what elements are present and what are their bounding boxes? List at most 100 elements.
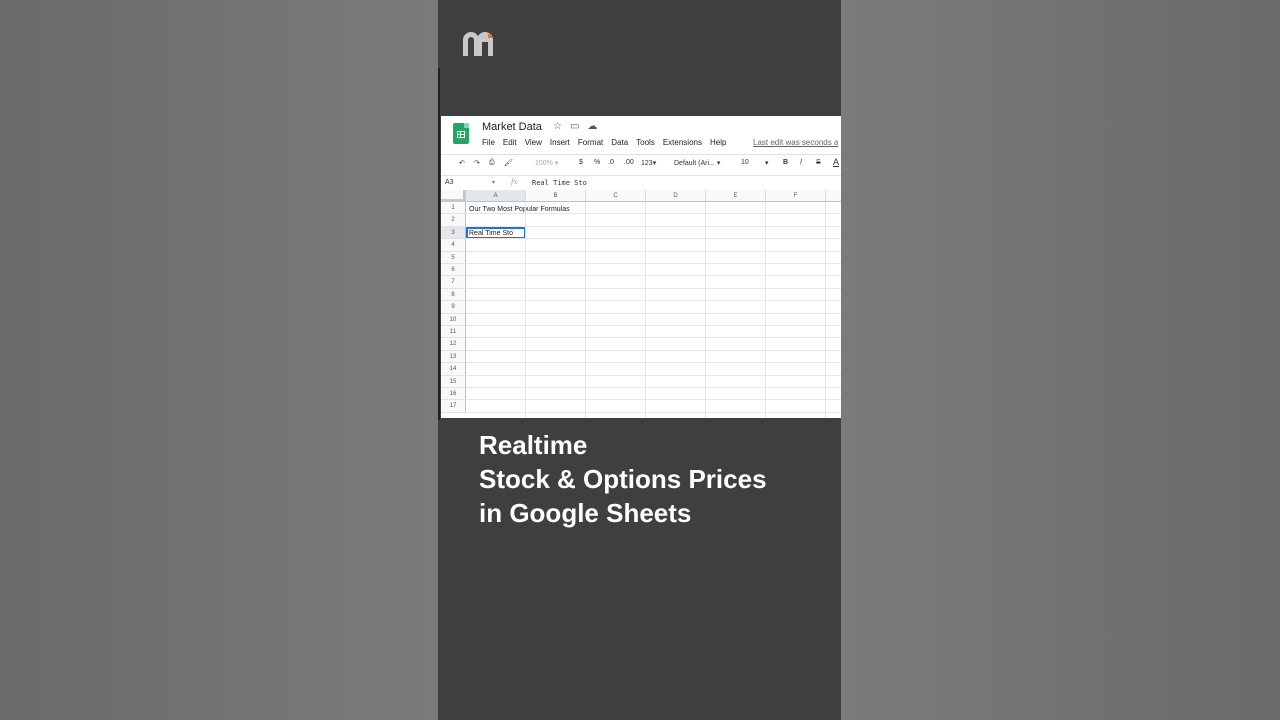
menu-help[interactable]: Help xyxy=(710,138,726,147)
row-header-8[interactable]: 8 xyxy=(441,288,466,302)
caption-line-3: in Google Sheets xyxy=(479,498,692,528)
chevron-down-icon[interactable]: ▾ xyxy=(765,159,769,167)
font-size-select[interactable]: 10 xyxy=(741,159,749,166)
grid-column-line xyxy=(645,202,646,418)
grid-row-line xyxy=(466,275,841,277)
video-caption: Realtime Stock & Options Prices in Googl… xyxy=(479,428,767,530)
select-all-corner[interactable] xyxy=(441,190,466,202)
spreadsheet-grid[interactable]: A B C D E F 1 2 3 4 5 6 7 8 9 10 11 12 13 14 15 16 17 Ou… xyxy=(441,190,841,418)
row-header-5[interactable]: 5 xyxy=(441,251,466,264)
column-header-e[interactable]: E xyxy=(706,190,766,202)
column-header-d[interactable]: D xyxy=(646,190,706,202)
text-color-button[interactable]: A xyxy=(833,157,839,167)
video-background-left xyxy=(0,0,438,720)
column-header-g[interactable] xyxy=(826,190,841,202)
google-sheets-window: Market Data ☆ ▭ ☁ File Edit View Insert … xyxy=(441,116,841,418)
grid-row-line xyxy=(466,238,841,240)
font-select[interactable]: Default (Ari... ▾ xyxy=(674,159,720,167)
document-title[interactable]: Market Data xyxy=(482,121,542,133)
column-header-b[interactable]: B xyxy=(526,190,586,202)
name-box[interactable]: A3 xyxy=(445,179,454,186)
row-header-16[interactable]: 16 xyxy=(441,388,466,401)
grid-row-line xyxy=(466,213,841,215)
grid-column-line xyxy=(525,202,526,418)
menu-insert[interactable]: Insert xyxy=(550,138,570,147)
formula-input[interactable]: Real Time Sto xyxy=(532,179,587,187)
grid-row-line xyxy=(466,349,841,351)
increase-decimal-button[interactable]: .00 xyxy=(624,159,634,166)
menu-data[interactable]: Data xyxy=(611,138,628,147)
italic-button[interactable]: I xyxy=(800,159,802,166)
menu-file[interactable]: File xyxy=(482,138,495,147)
grid-row-line xyxy=(466,325,841,326)
bold-button[interactable]: B xyxy=(783,159,788,166)
row-header-4[interactable]: 4 xyxy=(441,239,466,252)
chevron-down-icon: ▾ xyxy=(652,160,657,167)
row-header-15[interactable]: 15 xyxy=(441,375,466,388)
undo-icon[interactable]: ↶ xyxy=(459,159,465,167)
star-icon[interactable]: ☆ xyxy=(553,121,562,132)
row-header-10[interactable]: 10 xyxy=(441,313,466,326)
row-header-13[interactable]: 13 xyxy=(441,350,466,364)
percent-button[interactable]: % xyxy=(594,159,600,166)
row-header-11[interactable]: 11 xyxy=(441,326,466,339)
row-header-12[interactable]: 12 xyxy=(441,338,466,351)
move-folder-icon[interactable]: ▭ xyxy=(570,121,579,132)
menu-bar: File Edit View Insert Format Data Tools … xyxy=(482,138,726,147)
grid-row-line xyxy=(466,337,841,339)
menu-format[interactable]: Format xyxy=(578,138,603,147)
menu-tools[interactable]: Tools xyxy=(636,138,655,147)
video-frame: Market Data ☆ ▭ ☁ File Edit View Insert … xyxy=(438,0,841,720)
grid-row-line xyxy=(466,287,841,289)
strikethrough-button[interactable]: S xyxy=(816,159,821,166)
grid-row-line xyxy=(466,374,841,376)
row-header-6[interactable]: 6 xyxy=(441,264,466,277)
chevron-down-icon: ▾ xyxy=(554,160,559,167)
menu-extensions[interactable]: Extensions xyxy=(663,138,702,147)
cloud-status-icon[interactable]: ☁ xyxy=(587,121,597,132)
grid-row-line xyxy=(466,250,841,252)
grid-row-line xyxy=(466,300,841,302)
column-header-a[interactable]: A xyxy=(466,190,526,202)
zoom-select[interactable]: 100% ▾ xyxy=(535,159,558,167)
last-edit-link[interactable]: Last edit was seconds a xyxy=(753,138,838,147)
grid-column-line xyxy=(825,202,826,418)
paint-format-icon[interactable]: 🖌 xyxy=(504,159,513,167)
menu-view[interactable]: View xyxy=(525,138,542,147)
video-background-right xyxy=(841,0,1280,720)
chevron-down-icon[interactable]: ▾ xyxy=(492,179,495,186)
grid-row-line xyxy=(466,362,841,364)
column-header-c[interactable]: C xyxy=(586,190,646,202)
grid-row-line xyxy=(466,225,841,227)
grid-column-line xyxy=(705,202,706,418)
channel-logo-icon xyxy=(463,32,493,56)
row-header-3[interactable]: 3 xyxy=(441,226,466,240)
row-header-9[interactable]: 9 xyxy=(441,301,466,314)
row-header-7[interactable]: 7 xyxy=(441,276,466,289)
column-header-f[interactable]: F xyxy=(766,190,826,202)
row-header-1[interactable]: 1 xyxy=(441,202,466,215)
title-actions: ☆ ▭ ☁ xyxy=(553,121,597,132)
decrease-decimal-button[interactable]: .0 xyxy=(608,159,614,166)
menu-edit[interactable]: Edit xyxy=(503,138,517,147)
grid-row-line xyxy=(466,387,841,388)
redo-icon[interactable]: ↷ xyxy=(474,159,480,167)
formula-bar: A3 ▾ fx Real Time Sto xyxy=(441,175,841,191)
grid-row-line xyxy=(466,263,841,264)
row-header-17[interactable]: 17 xyxy=(441,400,466,413)
caption-line-2: Stock & Options Prices xyxy=(479,464,767,494)
grid-row-line xyxy=(466,411,841,413)
currency-button[interactable]: $ xyxy=(579,159,583,166)
number-format-select[interactable]: 123▾ xyxy=(641,159,656,167)
sheets-app-icon[interactable] xyxy=(453,123,469,144)
row-header-14[interactable]: 14 xyxy=(441,363,466,376)
frame-edge xyxy=(438,68,440,420)
grid-column-line xyxy=(765,202,766,418)
print-icon[interactable]: ⎙ xyxy=(489,159,495,167)
cell-a1[interactable]: Our Two Most Popular Formulas xyxy=(469,206,570,213)
chevron-down-icon: ▾ xyxy=(716,160,721,167)
row-header-2[interactable]: 2 xyxy=(441,214,466,227)
grid-column-line xyxy=(585,202,586,418)
toolbar: ↶ ↷ ⎙ 🖌 100% ▾ $ % .0 .00 123▾ Default (… xyxy=(441,154,841,173)
active-cell-a3[interactable]: Real Time Sto xyxy=(466,227,526,239)
